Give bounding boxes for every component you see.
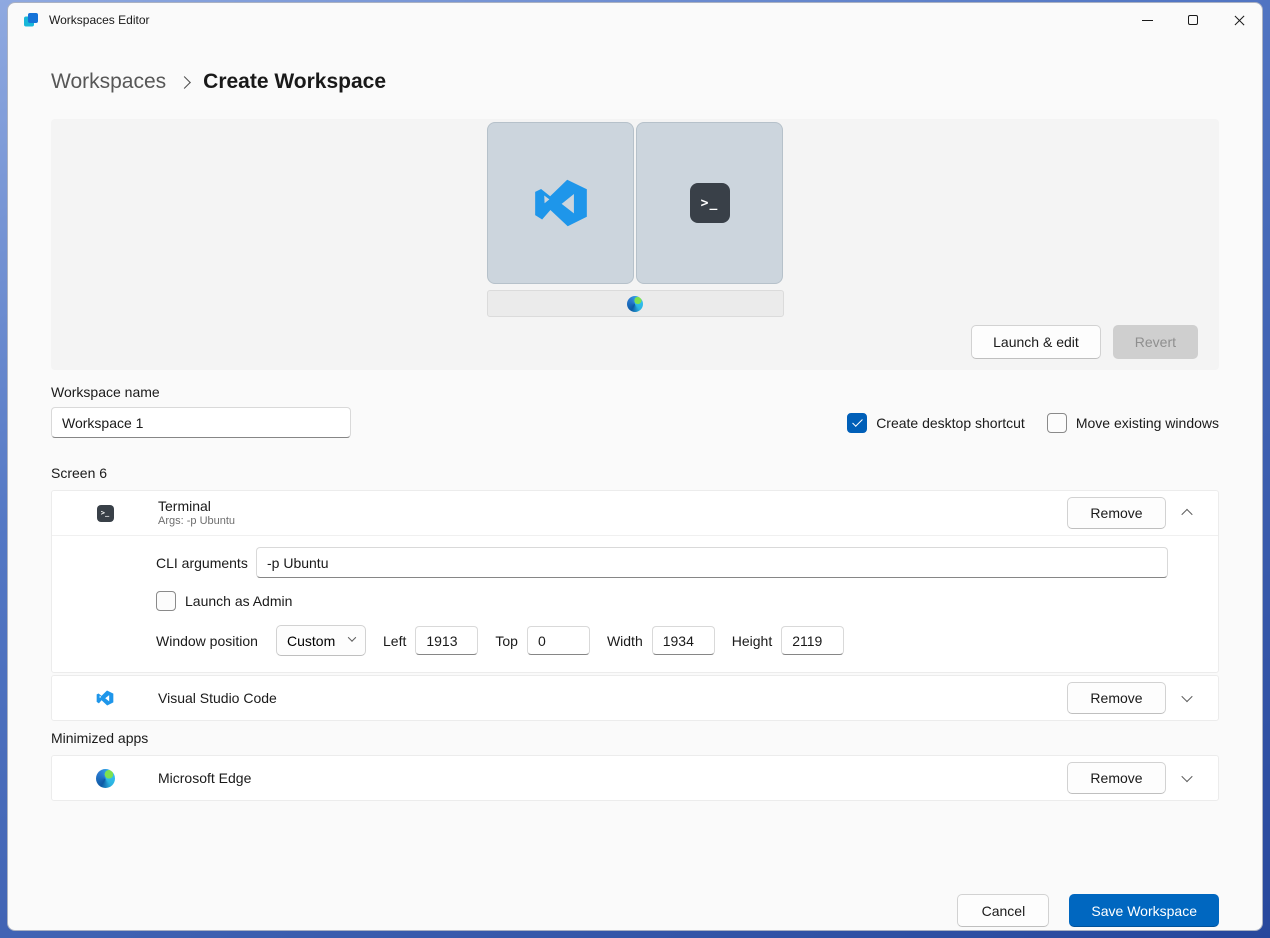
preview-actions: Launch & edit Revert	[971, 325, 1198, 359]
minimized-apps-label: Minimized apps	[51, 730, 1219, 746]
cli-arguments-row: CLI arguments	[156, 547, 1218, 578]
cancel-button[interactable]: Cancel	[957, 894, 1049, 927]
maximize-button[interactable]	[1170, 3, 1216, 37]
terminal-icon: >_	[690, 183, 730, 223]
save-workspace-button[interactable]: Save Workspace	[1069, 894, 1219, 927]
cli-arguments-input[interactable]	[256, 547, 1168, 578]
top-input[interactable]	[527, 626, 590, 655]
minimize-button[interactable]	[1124, 3, 1170, 37]
workspaces-editor-window: Workspaces Editor Workspaces Create Work…	[7, 2, 1263, 931]
workspace-options: Create desktop shortcut Move existing wi…	[847, 413, 1219, 433]
page-content: Workspaces Create Workspace >_ Launch	[8, 70, 1262, 931]
launch-as-admin-label: Launch as Admin	[185, 593, 292, 609]
width-input[interactable]	[652, 626, 715, 655]
chevron-down-icon	[1181, 771, 1192, 782]
breadcrumb-workspaces[interactable]: Workspaces	[51, 70, 166, 94]
expand-vscode-button[interactable]	[1166, 682, 1208, 714]
workspace-name-label: Workspace name	[51, 384, 1219, 400]
chevron-right-icon	[178, 76, 191, 89]
remove-edge-button[interactable]: Remove	[1067, 762, 1166, 794]
workspaces-app-icon	[23, 12, 39, 28]
terminal-glyph: >_	[101, 509, 109, 517]
vscode-icon	[95, 688, 115, 708]
left-label: Left	[383, 633, 406, 649]
chevron-down-icon	[1181, 691, 1192, 702]
terminal-glyph: >_	[701, 196, 719, 211]
workspace-name-input[interactable]	[51, 407, 351, 438]
maximize-icon	[1188, 15, 1198, 25]
app-card-edge: Microsoft Edge Remove	[51, 755, 1219, 801]
checkmark-icon	[852, 416, 863, 427]
remove-vscode-button[interactable]: Remove	[1067, 682, 1166, 714]
terminal-details: CLI arguments Launch as Admin Window pos…	[52, 535, 1218, 672]
create-shortcut-checkbox[interactable]	[847, 413, 867, 433]
left-input[interactable]	[415, 626, 478, 655]
cli-arguments-label: CLI arguments	[156, 555, 256, 571]
launch-as-admin-row: Launch as Admin	[156, 591, 1218, 611]
window-position-dropdown[interactable]: Custom	[276, 625, 366, 656]
close-icon	[1233, 14, 1246, 27]
page-title: Create Workspace	[203, 70, 386, 94]
height-label: Height	[732, 633, 772, 649]
window-position-row: Window position Custom Left Top Width He…	[156, 625, 1218, 656]
titlebar: Workspaces Editor	[8, 3, 1262, 37]
name-row: Create desktop shortcut Move existing wi…	[51, 407, 1219, 438]
app-rows: >_ Terminal Args: -p Ubuntu Remove CLI a…	[51, 490, 1219, 721]
preview-taskbar	[487, 290, 784, 317]
window-title: Workspaces Editor	[49, 13, 149, 27]
app-card-terminal: >_ Terminal Args: -p Ubuntu Remove CLI a…	[51, 490, 1219, 673]
screen-section-label: Screen 6	[51, 465, 1219, 481]
window-position-label: Window position	[156, 633, 276, 649]
close-button[interactable]	[1216, 3, 1262, 37]
preview-tile-vscode	[487, 122, 634, 284]
workspace-preview-panel: >_ Launch & edit Revert	[51, 119, 1219, 370]
remove-terminal-button[interactable]: Remove	[1067, 497, 1166, 529]
move-windows-label: Move existing windows	[1076, 415, 1219, 431]
chevron-up-icon	[1181, 509, 1192, 520]
edge-app-name: Microsoft Edge	[158, 770, 251, 787]
edge-row: Microsoft Edge Remove	[52, 756, 1218, 800]
expand-edge-button[interactable]	[1166, 762, 1208, 794]
launch-edit-button[interactable]: Launch & edit	[971, 325, 1101, 359]
window-position-value: Custom	[287, 633, 335, 649]
top-label: Top	[495, 633, 518, 649]
vscode-icon	[530, 172, 592, 234]
minimize-icon	[1142, 20, 1153, 21]
chevron-down-icon	[348, 633, 356, 641]
window-controls	[1124, 3, 1262, 37]
preview-tile-terminal: >_	[636, 122, 783, 284]
move-windows-option: Move existing windows	[1047, 413, 1219, 433]
vscode-row: Visual Studio Code Remove	[52, 676, 1218, 720]
terminal-row: >_ Terminal Args: -p Ubuntu Remove	[52, 491, 1218, 535]
create-shortcut-option: Create desktop shortcut	[847, 413, 1025, 433]
app-card-vscode: Visual Studio Code Remove	[51, 675, 1219, 721]
height-input[interactable]	[781, 626, 844, 655]
edge-icon	[627, 296, 643, 312]
terminal-icon: >_	[97, 505, 114, 522]
terminal-app-args: Args: -p Ubuntu	[158, 515, 235, 528]
breadcrumb: Workspaces Create Workspace	[51, 70, 1219, 94]
vscode-app-name: Visual Studio Code	[158, 690, 277, 707]
move-windows-checkbox[interactable]	[1047, 413, 1067, 433]
monitor-preview: >_	[51, 119, 1219, 284]
edge-icon	[96, 769, 115, 788]
footer-actions: Cancel Save Workspace	[957, 894, 1219, 927]
width-label: Width	[607, 633, 643, 649]
launch-as-admin-checkbox[interactable]	[156, 591, 176, 611]
minimized-rows: Microsoft Edge Remove	[51, 755, 1219, 801]
terminal-app-name: Terminal	[158, 498, 235, 515]
revert-button: Revert	[1113, 325, 1198, 359]
create-shortcut-label: Create desktop shortcut	[876, 415, 1025, 431]
collapse-terminal-button[interactable]	[1166, 497, 1208, 529]
